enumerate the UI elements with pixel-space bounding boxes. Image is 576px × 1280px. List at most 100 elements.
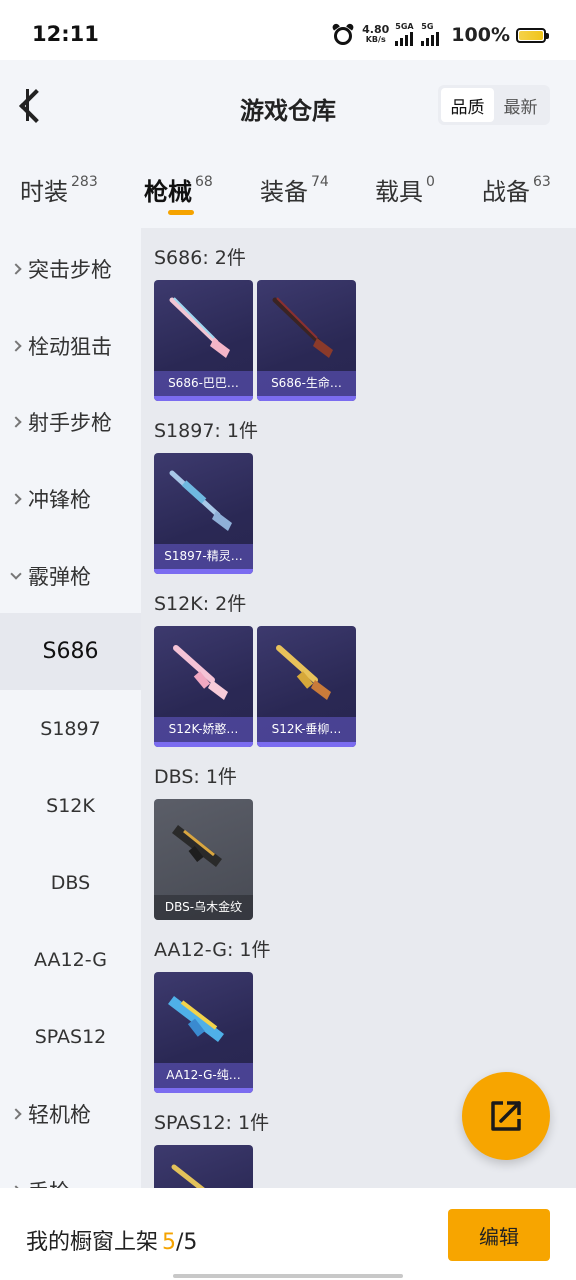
showcase-total: /5 <box>176 1230 198 1255</box>
share-icon <box>491 1101 521 1131</box>
item-card[interactable]: AA12-G-纯… <box>154 972 253 1093</box>
group-title: S686: 2件 <box>154 247 246 269</box>
sidebar-item-lmg[interactable]: 轻机枪 <box>0 1075 141 1152</box>
shotgun-icon <box>172 825 222 867</box>
battery-percent: 100% <box>451 24 510 46</box>
signal-5g-icon: 5G <box>421 22 441 46</box>
tab-label: 装备 <box>260 178 308 206</box>
shotgun-icon <box>276 645 331 700</box>
item-name: S12K-娇憨… <box>154 717 253 742</box>
item-name: DBS-乌木金纹 <box>154 895 253 920</box>
sidebar-item-label: 霰弹枪 <box>28 564 91 589</box>
item-name: S1897-精灵… <box>154 544 253 569</box>
shotgun-icon <box>169 470 232 531</box>
status-bar: 12:11 4.80 KB/s 5GA 5G 100% <box>0 0 576 60</box>
edit-button[interactable]: 编辑 <box>448 1209 550 1261</box>
header: 游戏仓库 品质 最新 <box>0 60 576 152</box>
category-tabs: 时装 283 枪械 68 装备 74 载具 0 战备 63 <box>0 152 576 228</box>
sim2-tag: 5G <box>421 22 434 31</box>
sidebar-subitem-s686[interactable]: S686 <box>0 613 141 690</box>
chevron-right-icon <box>10 1107 22 1120</box>
chevron-right-icon <box>10 339 22 352</box>
tab-outfits[interactable]: 时装 283 <box>20 172 98 207</box>
group-title: S1897: 1件 <box>154 420 258 442</box>
item-card[interactable]: S12K-娇憨… <box>154 626 253 747</box>
tab-count: 74 <box>311 174 329 190</box>
chevron-down-icon <box>10 567 22 580</box>
bottom-bar: 我的橱窗上架 5 /5 编辑 <box>0 1188 576 1280</box>
signal-5ga-icon: 5GA <box>395 22 415 46</box>
tab-label: 枪械 <box>144 178 192 206</box>
net-speed-value: 4.80 <box>362 23 390 36</box>
tab-count: 68 <box>195 174 213 190</box>
back-button[interactable] <box>14 86 54 126</box>
item-card[interactable]: S686-生命… <box>257 280 356 401</box>
sort-newest-button[interactable]: 最新 <box>494 88 547 122</box>
item-name: AA12-G-纯… <box>154 1063 253 1088</box>
item-card[interactable]: S12K-垂柳… <box>257 626 356 747</box>
sidebar-subitem-dbs[interactable]: DBS <box>0 844 141 921</box>
sidebar-item-label: 轻机枪 <box>28 1102 91 1127</box>
chevron-right-icon <box>10 262 22 275</box>
home-indicator[interactable] <box>173 1274 403 1278</box>
sidebar-item-pistol[interactable]: 手枪 <box>0 1152 141 1188</box>
share-button[interactable] <box>462 1072 550 1160</box>
showcase-status: 我的橱窗上架 5 /5 <box>26 1224 197 1256</box>
showcase-label: 我的橱窗上架 <box>26 1230 159 1255</box>
item-grid: S686: 2件 S686-巴巴… S686-生命… S1897: 1件 S18… <box>141 228 576 1188</box>
tab-count: 63 <box>533 174 551 190</box>
group-title: DBS: 1件 <box>154 766 237 788</box>
group-title: S12K: 2件 <box>154 593 247 615</box>
sidebar-item-label: 手枪 <box>28 1176 70 1189</box>
sidebar-item-shotgun[interactable]: 霰弹枪 <box>0 537 141 614</box>
tab-vehicles[interactable]: 载具 0 <box>375 172 435 207</box>
item-name: S686-巴巴… <box>154 371 253 396</box>
sidebar-item-label: 冲锋枪 <box>28 487 91 512</box>
tab-count: 283 <box>71 174 98 190</box>
item-card[interactable]: DBS-乌木金纹 <box>154 799 253 920</box>
net-speed-unit: KB/s <box>365 35 386 44</box>
item-card[interactable]: S1897-精灵… <box>154 453 253 574</box>
sidebar-item-assault-rifle[interactable]: 突击步枪 <box>0 230 141 307</box>
sidebar-item-marksman-rifle[interactable]: 射手步枪 <box>0 383 141 460</box>
tab-combat-gear[interactable]: 战备 63 <box>482 172 551 207</box>
tab-label: 时装 <box>20 178 68 206</box>
sidebar-subitem-s12k[interactable]: S12K <box>0 767 141 844</box>
tab-label: 战备 <box>482 178 530 206</box>
shotgun-icon <box>272 297 333 358</box>
shotgun-icon <box>169 297 230 358</box>
sort-quality-button[interactable]: 品质 <box>441 88 494 122</box>
group-title: SPAS12: 1件 <box>154 1112 270 1134</box>
sidebar-subitem-s1897[interactable]: S1897 <box>0 690 141 767</box>
group-title: AA12-G: 1件 <box>154 939 271 961</box>
sidebar-subitem-aa12g[interactable]: AA12-G <box>0 921 141 998</box>
shotgun-icon <box>171 1164 205 1188</box>
showcase-current: 5 <box>162 1230 177 1255</box>
status-icons: 4.80 KB/s 5GA 5G 100% <box>331 20 549 50</box>
sidebar-subitem-spas12[interactable]: SPAS12 <box>0 998 141 1075</box>
shotgun-icon <box>173 645 228 700</box>
item-name: S686-生命… <box>257 371 356 396</box>
battery-icon <box>516 27 549 43</box>
tab-equipment[interactable]: 装备 74 <box>260 172 329 207</box>
sim1-tag: 5GA <box>395 22 414 31</box>
chevron-right-icon <box>10 492 22 505</box>
item-card[interactable]: S686-巴巴… <box>154 280 253 401</box>
item-name: S12K-垂柳… <box>257 717 356 742</box>
shotgun-icon <box>168 996 224 1042</box>
tab-firearms[interactable]: 枪械 68 <box>144 172 213 215</box>
net-speed: 4.80 KB/s <box>362 23 390 45</box>
sidebar-item-label: 栓动狙击 <box>28 334 112 359</box>
item-card[interactable] <box>154 1145 253 1188</box>
chevron-right-icon <box>10 415 22 428</box>
sidebar-item-bolt-sniper[interactable]: 栓动狙击 <box>0 307 141 384</box>
active-tab-indicator <box>168 210 194 215</box>
sort-toggle: 品质 最新 <box>438 85 550 125</box>
sidebar-item-smg[interactable]: 冲锋枪 <box>0 460 141 537</box>
sidebar: 突击步枪 栓动狙击 射手步枪 冲锋枪 霰弹枪 S686 S1897 S12K D… <box>0 228 141 1188</box>
tab-count: 0 <box>426 174 435 190</box>
tab-label: 载具 <box>375 178 423 206</box>
sidebar-item-label: 突击步枪 <box>28 257 112 282</box>
sidebar-item-label: 射手步枪 <box>28 410 112 435</box>
alarm-icon <box>331 22 355 46</box>
